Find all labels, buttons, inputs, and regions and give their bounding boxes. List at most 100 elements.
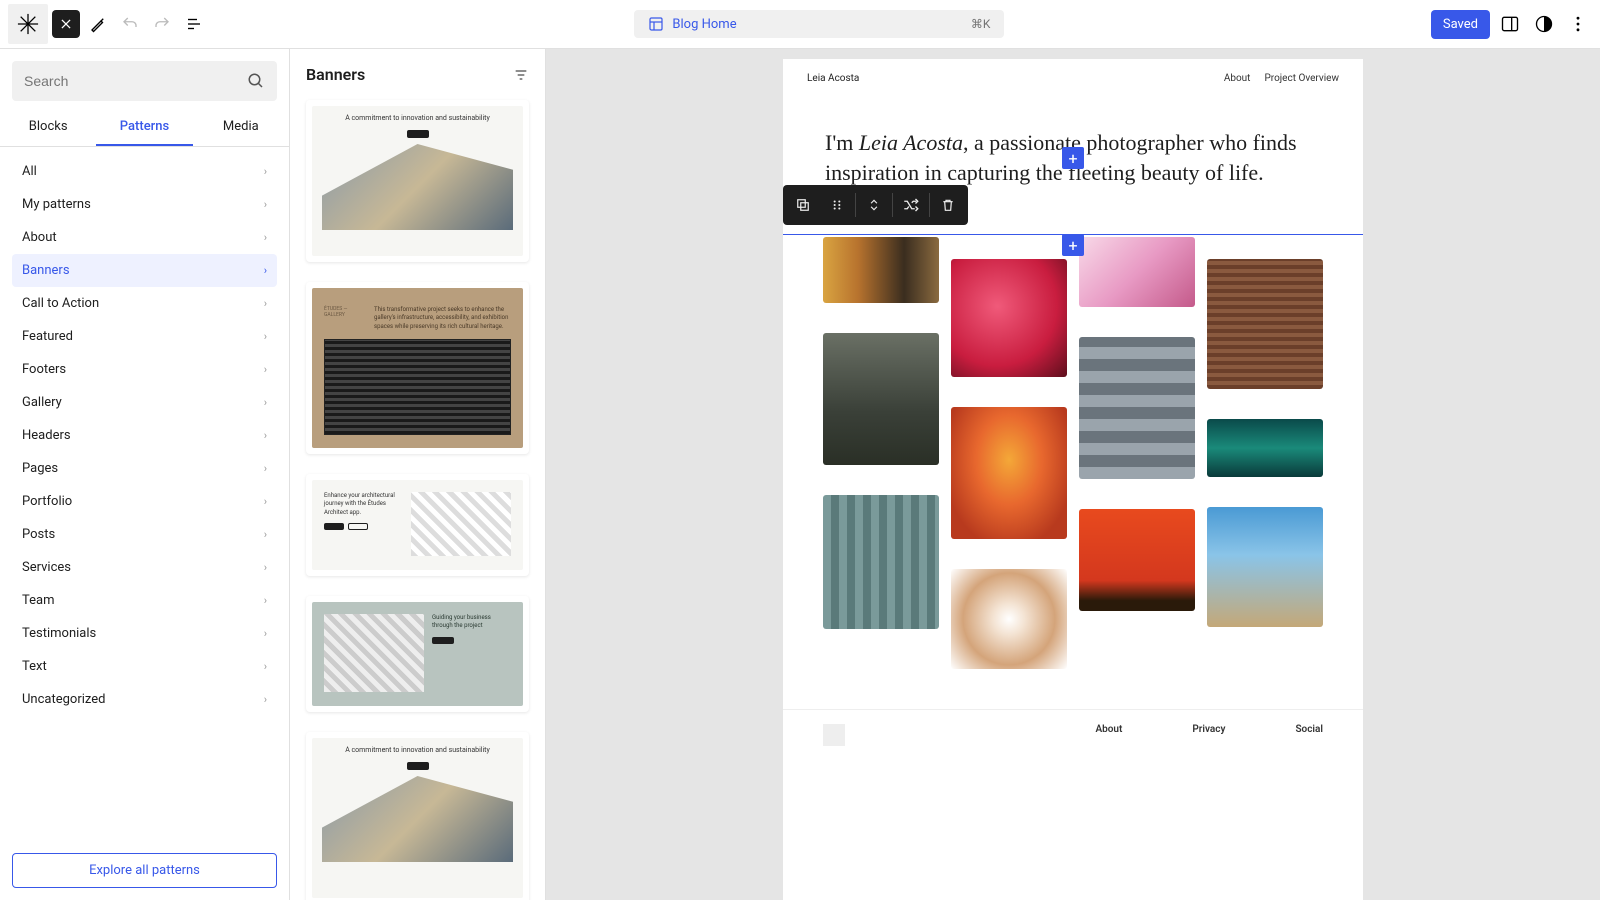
chevron-right-icon: › (264, 231, 267, 244)
page-label: Blog Home (672, 17, 736, 32)
filter-icon[interactable] (513, 67, 529, 83)
category-testimonials[interactable]: Testimonials› (12, 617, 277, 650)
gallery-image[interactable] (1079, 237, 1195, 307)
gallery-image[interactable] (1207, 259, 1323, 389)
footer-logo (823, 724, 845, 746)
chevron-right-icon: › (264, 363, 267, 376)
category-headers[interactable]: Headers› (12, 419, 277, 452)
chevron-right-icon: › (264, 561, 267, 574)
category-banners[interactable]: Banners› (12, 254, 277, 287)
page-content: Leia Acosta About Project Overview I'm L… (783, 59, 1363, 900)
chevron-right-icon: › (264, 660, 267, 673)
footer-col-about[interactable]: About (1095, 724, 1122, 735)
footer-col-social[interactable]: Social (1295, 724, 1323, 735)
saved-button[interactable]: Saved (1431, 10, 1490, 39)
tab-blocks[interactable]: Blocks (0, 109, 96, 146)
category-footers[interactable]: Footers› (12, 353, 277, 386)
chevron-right-icon: › (264, 495, 267, 508)
pattern-preview[interactable]: ÉTUDES — GALLERYThis transformative proj… (306, 282, 529, 454)
tools-button[interactable] (84, 10, 112, 38)
inserter-tabs: Blocks Patterns Media (0, 109, 289, 147)
gallery-block[interactable] (783, 207, 1363, 709)
redo-button[interactable] (148, 10, 176, 38)
category-services[interactable]: Services› (12, 551, 277, 584)
chevron-right-icon: › (264, 429, 267, 442)
gallery-image[interactable] (1079, 509, 1195, 611)
gallery-image[interactable] (1207, 507, 1323, 627)
search-input[interactable] (24, 73, 239, 89)
pattern-preview[interactable]: A commitment to innovation and sustainab… (306, 100, 529, 262)
category-my-patterns[interactable]: My patterns› (12, 188, 277, 221)
styles-button[interactable] (1530, 10, 1558, 38)
move-up-down-icon[interactable] (858, 189, 890, 221)
pattern-preview[interactable]: Enhance your architectural journey with … (306, 474, 529, 576)
search-field[interactable] (12, 61, 277, 101)
shuffle-icon[interactable] (895, 189, 927, 221)
site-nav: About Project Overview (1224, 73, 1339, 84)
more-options-button[interactable] (1564, 10, 1592, 38)
chevron-right-icon: › (264, 198, 267, 211)
chevron-right-icon: › (264, 297, 267, 310)
inserter-panel: Blocks Patterns Media All› My patterns› … (0, 49, 290, 900)
undo-button[interactable] (116, 10, 144, 38)
add-block-button[interactable]: + (1062, 147, 1084, 169)
top-toolbar: Blog Home ⌘K Saved (0, 0, 1600, 49)
settings-panel-toggle[interactable] (1496, 10, 1524, 38)
chevron-right-icon: › (264, 165, 267, 178)
chevron-right-icon: › (264, 462, 267, 475)
footer-col-privacy[interactable]: Privacy (1192, 724, 1225, 735)
editor-canvas[interactable]: Leia Acosta About Project Overview I'm L… (546, 49, 1600, 900)
shortcut-hint: ⌘K (971, 17, 991, 31)
tab-patterns[interactable]: Patterns (96, 109, 192, 146)
chevron-right-icon: › (264, 264, 267, 277)
site-header: Leia Acosta About Project Overview (783, 59, 1363, 98)
category-team[interactable]: Team› (12, 584, 277, 617)
category-pages[interactable]: Pages› (12, 452, 277, 485)
document-overview-button[interactable] (180, 10, 208, 38)
nav-link[interactable]: About (1224, 73, 1251, 84)
category-all[interactable]: All› (12, 155, 277, 188)
delete-icon[interactable] (932, 189, 964, 221)
chevron-right-icon: › (264, 330, 267, 343)
chevron-right-icon: › (264, 627, 267, 640)
group-icon[interactable] (787, 189, 819, 221)
close-inserter-button[interactable] (52, 10, 80, 38)
category-portfolio[interactable]: Portfolio› (12, 485, 277, 518)
gallery-image[interactable] (823, 237, 939, 303)
layout-icon (648, 16, 664, 32)
category-gallery[interactable]: Gallery› (12, 386, 277, 419)
add-block-button[interactable]: + (1062, 234, 1084, 256)
gallery-image[interactable] (1079, 337, 1195, 479)
category-list: All› My patterns› About› Banners› Call t… (12, 155, 277, 841)
gallery-image[interactable] (1207, 419, 1323, 477)
explore-all-patterns-button[interactable]: Explore all patterns (12, 853, 277, 888)
chevron-right-icon: › (264, 594, 267, 607)
site-footer: About Privacy Social (783, 709, 1363, 760)
category-call-to-action[interactable]: Call to Action› (12, 287, 277, 320)
pattern-preview[interactable]: Guiding your business through the projec… (306, 596, 529, 712)
pattern-preview[interactable]: A commitment to innovation and sustainab… (306, 732, 529, 900)
gallery-image[interactable] (951, 407, 1067, 539)
nav-link[interactable]: Project Overview (1264, 73, 1339, 84)
category-text[interactable]: Text› (12, 650, 277, 683)
chevron-right-icon: › (264, 693, 267, 706)
gallery-image[interactable] (823, 333, 939, 465)
site-logo[interactable] (8, 4, 48, 44)
gallery-image[interactable] (951, 569, 1067, 669)
search-icon (247, 72, 265, 90)
category-posts[interactable]: Posts› (12, 518, 277, 551)
category-uncategorized[interactable]: Uncategorized› (12, 683, 277, 716)
patterns-title: Banners (306, 65, 365, 84)
tab-media[interactable]: Media (193, 109, 289, 146)
drag-handle-icon[interactable] (821, 189, 853, 221)
patterns-panel: Banners A commitment to innovation and s… (290, 49, 546, 900)
gallery-image[interactable] (823, 495, 939, 629)
page-selector[interactable]: Blog Home ⌘K (634, 10, 1004, 38)
gallery-image[interactable] (951, 259, 1067, 377)
block-toolbar (783, 185, 968, 225)
chevron-right-icon: › (264, 528, 267, 541)
site-title[interactable]: Leia Acosta (807, 73, 859, 84)
category-about[interactable]: About› (12, 221, 277, 254)
category-featured[interactable]: Featured› (12, 320, 277, 353)
chevron-right-icon: › (264, 396, 267, 409)
